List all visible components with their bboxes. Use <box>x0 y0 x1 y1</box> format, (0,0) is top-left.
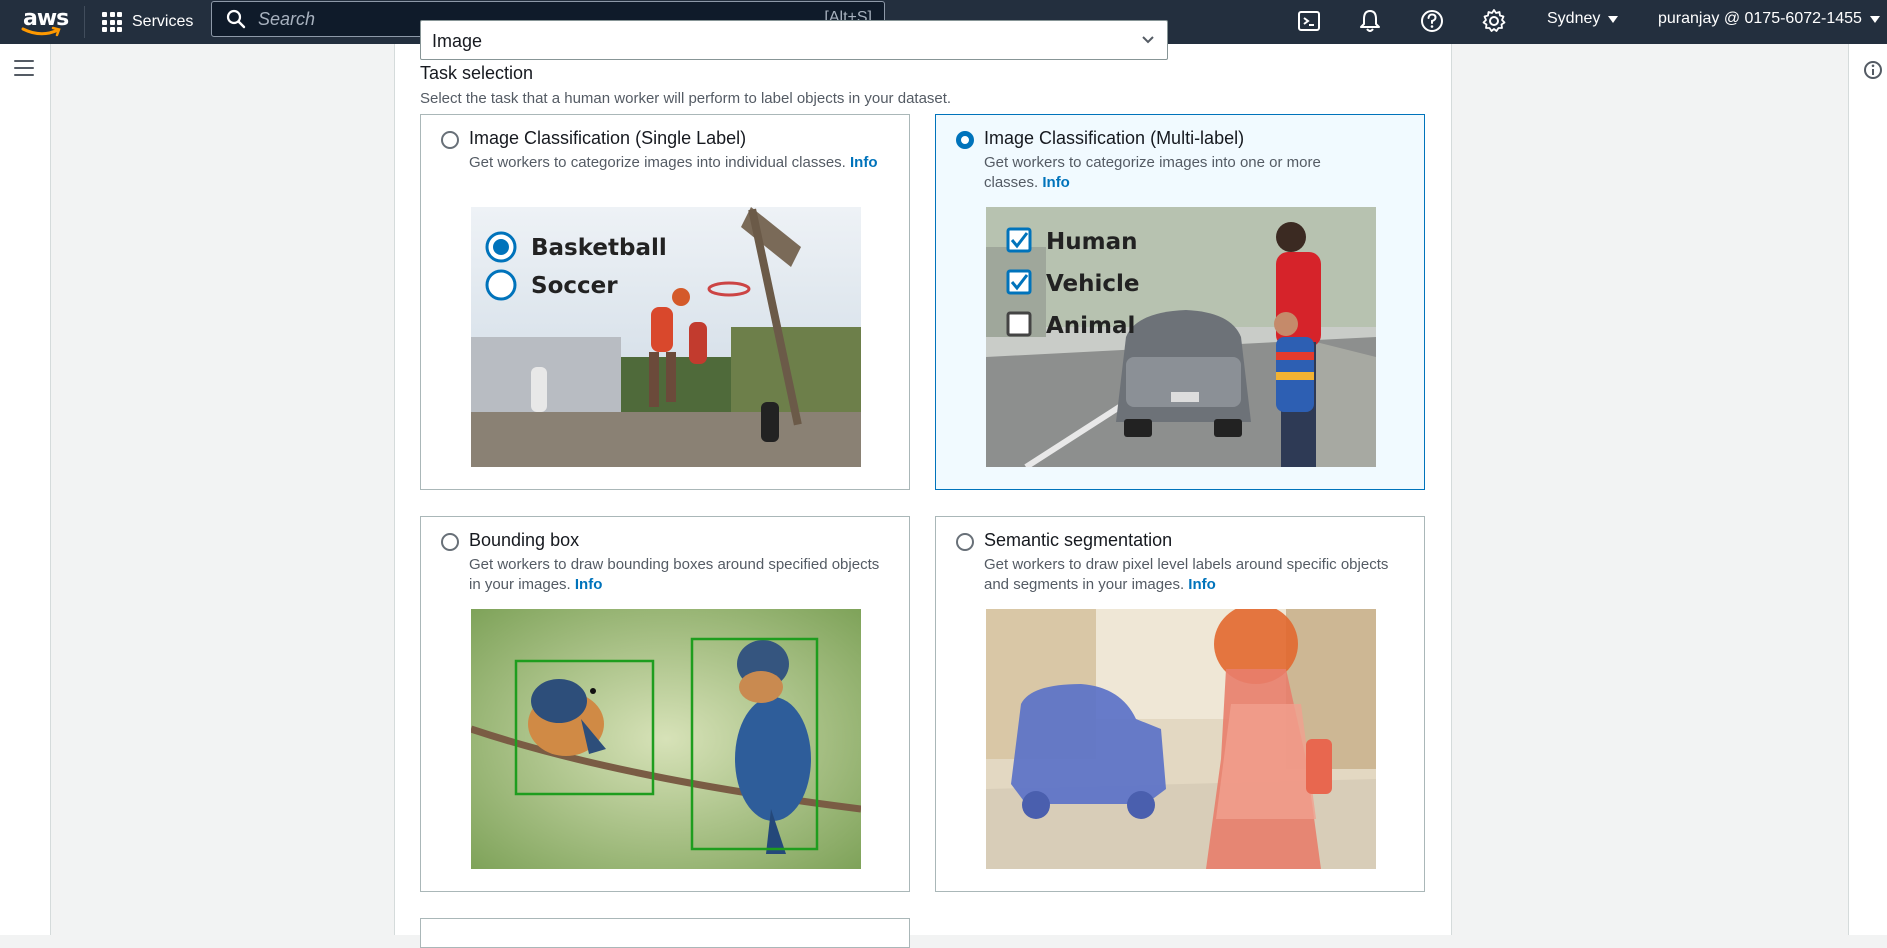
tile-description: Get workers to categorize images into in… <box>469 153 894 173</box>
region-caret-icon <box>1608 15 1619 23</box>
overlay-label-vehicle: Vehicle <box>1046 271 1140 297</box>
tile-title: Semantic segmentation <box>984 530 1173 550</box>
task-tile-bounding-box[interactable]: Bounding box Get workers to draw boundin… <box>420 516 910 892</box>
right-side-rail <box>1848 44 1887 935</box>
region-label: Sydney <box>1547 10 1601 27</box>
tile-description: Get workers to draw bounding boxes aroun… <box>469 555 894 595</box>
bounding-box-example-image <box>471 609 861 869</box>
settings-icon[interactable] <box>1481 8 1507 34</box>
account-menu[interactable]: puranjay @ 0175-6072-1455 <box>1658 10 1880 28</box>
info-panel-icon[interactable] <box>1863 60 1883 80</box>
radio-single-label[interactable] <box>441 131 459 149</box>
overlay-label-soccer: Soccer <box>531 273 618 299</box>
tile-title: Bounding box <box>469 530 580 550</box>
overlay-label-animal: Animal <box>1046 313 1135 339</box>
aws-smile-icon <box>21 26 61 37</box>
basketball-example-image: Basketball Soccer <box>471 207 861 467</box>
overlay-label-basketball: Basketball <box>531 235 667 261</box>
tile-description-text: Get workers to categorize images into on… <box>984 154 1321 191</box>
nav-divider <box>84 6 85 38</box>
info-link[interactable]: Info <box>1188 576 1216 593</box>
aws-logo[interactable]: aws <box>20 4 69 38</box>
tile-title: Image Classification (Multi-label) <box>984 128 1245 148</box>
task-tile-partial[interactable] <box>420 918 910 948</box>
multi-label-example-image: Human Vehicle Animal <box>986 207 1376 467</box>
radio-semantic-segmentation[interactable] <box>956 533 974 551</box>
data-type-select-value: Image <box>432 31 483 51</box>
tile-description-text: Get workers to categorize images into in… <box>469 154 846 171</box>
radio-multi-label[interactable] <box>956 131 974 149</box>
data-type-select[interactable]: Image <box>420 20 1168 60</box>
tile-description: Get workers to draw pixel level labels a… <box>984 555 1409 595</box>
task-selection-description: Select the task that a human worker will… <box>420 90 952 107</box>
services-label: Services <box>132 13 194 30</box>
notifications-icon[interactable] <box>1357 8 1383 34</box>
semantic-segmentation-example-image <box>986 609 1376 869</box>
left-side-rail <box>0 44 51 935</box>
info-link[interactable]: Info <box>850 154 878 171</box>
tile-description-text: Get workers to draw pixel level labels a… <box>984 556 1389 593</box>
task-tile-multi-label[interactable]: Image Classification (Multi-label) Get w… <box>935 114 1425 490</box>
services-grid-icon <box>102 12 122 32</box>
help-icon[interactable] <box>1419 8 1445 34</box>
task-selection-title: Task selection <box>420 63 534 83</box>
tile-description-text: Get workers to draw bounding boxes aroun… <box>469 556 880 593</box>
radio-bounding-box[interactable] <box>441 533 459 551</box>
tile-title: Image Classification (Single Label) <box>469 128 747 148</box>
menu-icon[interactable] <box>14 60 34 80</box>
services-menu-button[interactable]: Services <box>102 8 193 36</box>
info-link[interactable]: Info <box>575 576 603 593</box>
search-icon <box>226 9 246 29</box>
account-caret-icon <box>1869 15 1880 23</box>
overlay-label-human: Human <box>1046 229 1137 255</box>
cloudshell-icon[interactable] <box>1296 8 1322 34</box>
account-label: puranjay @ 0175-6072-1455 <box>1658 10 1862 27</box>
task-tile-semantic-segmentation[interactable]: Semantic segmentation Get workers to dra… <box>935 516 1425 892</box>
chevron-down-icon <box>1142 36 1154 44</box>
task-tile-single-label[interactable]: Image Classification (Single Label) Get … <box>420 114 910 490</box>
info-link[interactable]: Info <box>1042 174 1070 191</box>
tile-description: Get workers to categorize images into on… <box>984 153 1369 193</box>
region-selector[interactable]: Sydney <box>1547 10 1619 28</box>
